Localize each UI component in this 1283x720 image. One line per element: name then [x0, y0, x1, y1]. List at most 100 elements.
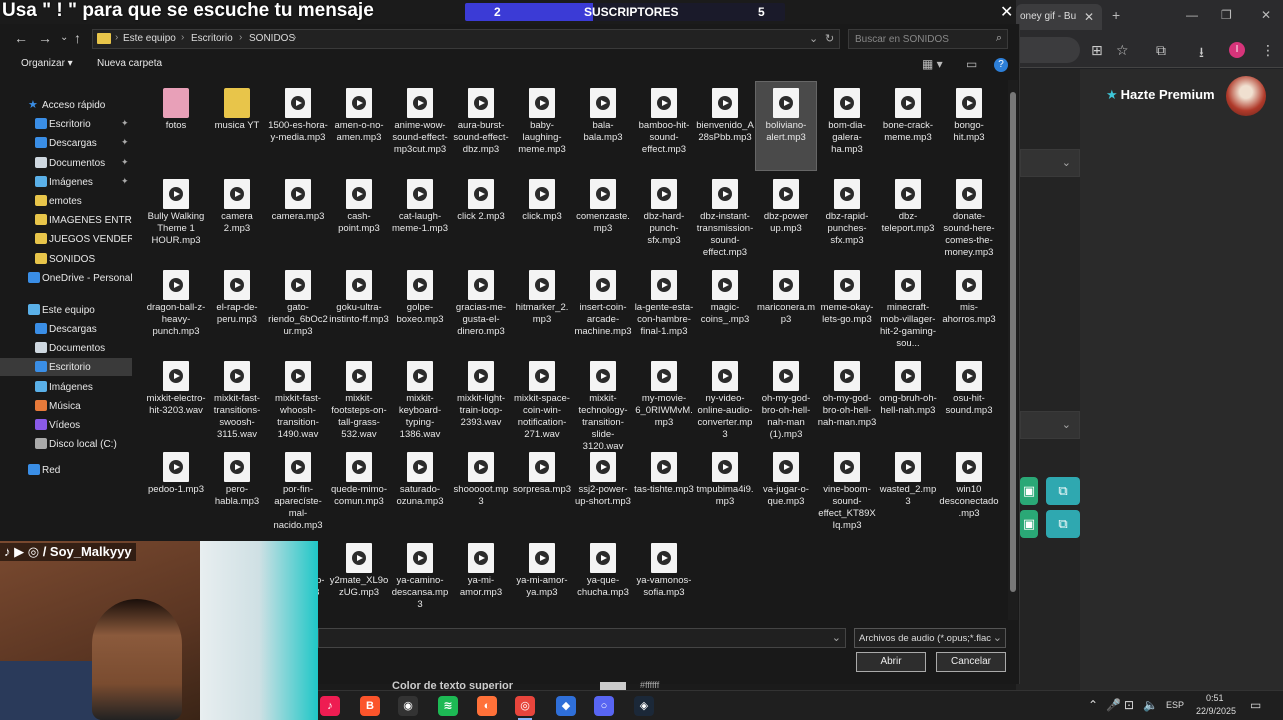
file-item[interactable]: ya-mi-amor.mp3	[451, 537, 511, 620]
nav-item-emotes[interactable]: emotes	[0, 192, 132, 210]
file-item[interactable]: aura-burst-sound-effect-dbz.mp3	[451, 82, 511, 170]
file-item[interactable]: dbz-teleport.mp3	[878, 173, 938, 261]
dropdown-2[interactable]: ⌄	[1020, 411, 1080, 439]
file-item[interactable]: mariconera.mp3	[756, 264, 816, 352]
file-item[interactable]: my-movie-6_0RIWMvM.mp3	[634, 355, 694, 443]
view-options-icon[interactable]: ▦ ▾	[922, 57, 943, 71]
nav-item-disco-local-c-[interactable]: Disco local (C:)	[0, 435, 132, 453]
file-item[interactable]: dbz-hard-punch-sfx.mp3	[634, 173, 694, 261]
nav-item-este-equipo[interactable]: Este equipo	[0, 301, 132, 319]
firefox-app-icon[interactable]: ◐	[477, 696, 497, 716]
file-item[interactable]: mixkit-space-coin-win-notification-271.w…	[512, 355, 572, 443]
teal-action-button-2[interactable]: ⧉	[1046, 510, 1080, 538]
organize-button[interactable]: Organizar ▾	[21, 58, 73, 69]
file-item[interactable]: oh-my-god-bro-oh-hell-nah-man (1).mp3	[756, 355, 816, 443]
file-item[interactable]: bala-bala.mp3	[573, 82, 633, 170]
file-item[interactable]: dbz-instant-transmission-sound-effect.mp…	[695, 173, 755, 261]
recent-locations-chevron-icon[interactable]: ⌄	[60, 32, 68, 43]
vscode-app-icon[interactable]: ◆	[556, 696, 576, 716]
file-type-select[interactable]: Archivos de audio (*.opus;*.flac ⌄	[854, 628, 1006, 648]
extensions-icon[interactable]: ⧉	[1156, 42, 1166, 59]
file-item[interactable]: por-fin-aparecíste-mal-nacido.mp3	[268, 446, 328, 534]
new-folder-button[interactable]: Nueva carpeta	[97, 58, 162, 69]
minimize-icon[interactable]: —	[1186, 8, 1198, 22]
profile-avatar[interactable]: I	[1229, 42, 1245, 58]
teal-action-button-1[interactable]: ⧉	[1046, 477, 1080, 505]
file-item[interactable]: pero-habla.mp3	[207, 446, 267, 534]
file-item[interactable]: mixkit-fast-whoosh-transition-1490.wav	[268, 355, 328, 443]
file-item[interactable]: gato-riendo_6bOc2ur.mp3	[268, 264, 328, 352]
open-button[interactable]: Abrir	[856, 652, 926, 672]
nav-item-descargas[interactable]: Descargas	[0, 320, 132, 338]
file-item[interactable]: dragon-ball-z-heavy-punch.mp3	[146, 264, 206, 352]
bookmark-star-icon[interactable]: ☆	[1116, 42, 1129, 59]
file-item[interactable]: osu-hit-sound.mp3	[939, 355, 999, 443]
nav-item-imagenes-entren[interactable]: IMAGENES ENTREN	[0, 211, 132, 229]
file-item[interactable]: donate-sound-here-comes-the-money.mp3	[939, 173, 999, 261]
file-item[interactable]: quede-mimo-comun.mp3	[329, 446, 389, 534]
brave-app-icon[interactable]: B	[360, 696, 380, 716]
nav-item-red[interactable]: Red	[0, 461, 132, 479]
file-item[interactable]: bamboo-hit-sound-effect.mp3	[634, 82, 694, 170]
dropdown-1[interactable]: ⌄	[1020, 149, 1080, 177]
file-item[interactable]: vine-boom-sound-effect_KT89XIq.mp3	[817, 446, 877, 534]
nav-item-escritorio[interactable]: Escritorio	[0, 358, 132, 376]
green-action-button-2[interactable]: ▣	[1020, 510, 1038, 538]
file-item[interactable]: click 2.mp3	[451, 173, 511, 261]
file-item[interactable]: va-jugar-o-que.mp3	[756, 446, 816, 534]
file-item[interactable]: amen-o-no-amen.mp3	[329, 82, 389, 170]
volume-icon[interactable]: 🔈	[1143, 698, 1158, 712]
nav-item-acceso-rápido[interactable]: ★ Acceso rápido	[0, 96, 132, 114]
window-close-icon[interactable]: ✕	[1261, 8, 1271, 22]
obs-app-icon[interactable]: ◉	[398, 696, 418, 716]
file-item[interactable]: mixkit-keyboard-typing-1386.wav	[390, 355, 450, 443]
back-arrow-icon[interactable]: ←	[14, 30, 28, 46]
help-icon[interactable]: ?	[994, 58, 1008, 72]
file-item[interactable]: ny-video-online-audio-converter.mp3	[695, 355, 755, 443]
breadcrumb-este-equipo[interactable]: Este equipo	[123, 33, 176, 44]
discord-app-icon[interactable]: ○	[594, 696, 614, 716]
file-item[interactable]: ya-mi-amor-ya.mp3	[512, 537, 572, 620]
file-item[interactable]: bom-dia-galera-ha.mp3	[817, 82, 877, 170]
refresh-icon[interactable]: ↻	[825, 32, 834, 45]
file-item[interactable]: gracias-me-gusta-el-dinero.mp3	[451, 264, 511, 352]
user-avatar[interactable]	[1226, 76, 1266, 116]
file-item[interactable]: mis-ahorros.mp3	[939, 264, 999, 352]
steam-app-icon[interactable]: ◈	[634, 696, 654, 716]
nav-item-imágenes[interactable]: Imágenes	[0, 378, 132, 396]
file-item[interactable]: bongo-hit.mp3	[939, 82, 999, 170]
breadcrumb-sonidos[interactable]: SONIDOS	[249, 33, 295, 44]
file-item[interactable]: tas-tishte.mp3	[634, 446, 694, 534]
file-item[interactable]: baby-laughing-meme.mp3	[512, 82, 572, 170]
forward-arrow-icon[interactable]: →	[38, 30, 52, 46]
file-item[interactable]: y2mate_XL9ozUG.mp3	[329, 537, 389, 620]
breadcrumb-escritorio[interactable]: Escritorio	[191, 33, 233, 44]
file-item[interactable]: mixkit-technology-transition-slide-3120.…	[573, 355, 633, 452]
tray-chevron-icon[interactable]: ⌃	[1088, 698, 1098, 712]
microphone-icon[interactable]: 🎤	[1106, 698, 1121, 712]
file-name-input[interactable]: ⌄	[318, 628, 846, 648]
search-input[interactable]: Buscar en SONIDOS ⌕	[848, 29, 1008, 49]
color-swatch[interactable]	[600, 682, 626, 690]
language-indicator[interactable]: ESP	[1166, 700, 1184, 710]
file-item[interactable]: boliviano-alert.mp3	[755, 81, 817, 171]
network-icon[interactable]: ⊡	[1124, 698, 1134, 712]
file-item[interactable]: cat-laugh-meme-1.mp3	[390, 173, 450, 261]
tab-close-icon[interactable]: ✕	[1084, 10, 1094, 24]
up-arrow-icon[interactable]: ↑	[74, 30, 81, 46]
cancel-button[interactable]: Cancelar	[936, 652, 1006, 672]
file-item[interactable]: goku-ultra-instinto-ff.mp3	[329, 264, 389, 352]
file-item[interactable]: golpe-boxeo.mp3	[390, 264, 450, 352]
file-item[interactable]: hitmarker_2.mp3	[512, 264, 572, 352]
file-item[interactable]: sorpresa.mp3	[512, 446, 572, 534]
nav-item-imágenes[interactable]: Imágenes ✦	[0, 173, 132, 191]
file-item[interactable]: mixkit-fast-transitions-swoosh-3115.wav	[207, 355, 267, 443]
nav-item-descargas[interactable]: Descargas ✦	[0, 134, 132, 152]
file-item[interactable]: dbz-power up.mp3	[756, 173, 816, 261]
translate-icon[interactable]: ⊞	[1091, 42, 1103, 59]
file-item[interactable]: minecraft-mob-villager-hit-2-gaming-sou.…	[878, 264, 938, 352]
file-item[interactable]: mixkit-electro-hit-3203.wav	[146, 355, 206, 443]
file-item[interactable]: meme-okay-lets-go.mp3	[817, 264, 877, 352]
file-item[interactable]: saturado-ozuna.mp3	[390, 446, 450, 534]
spotify-app-icon[interactable]: ≋	[438, 696, 458, 716]
